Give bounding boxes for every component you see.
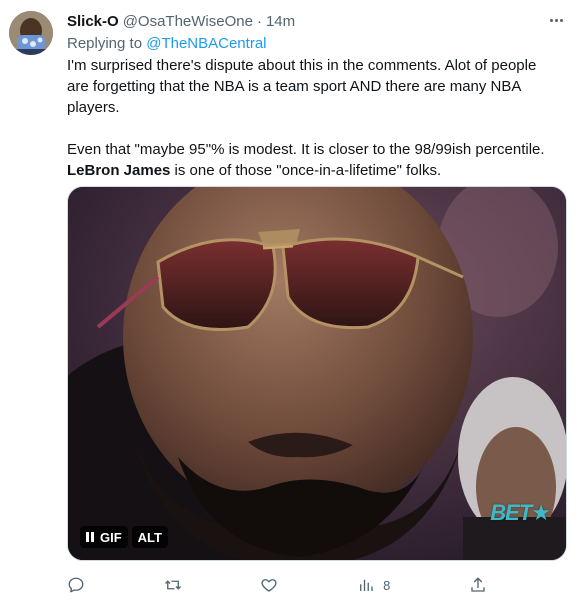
author-display-name[interactable]: Slick-O [67, 13, 119, 30]
like-icon [261, 579, 277, 592]
timestamp[interactable]: 14m [266, 13, 295, 30]
tweet-text-line: are forgetting that the NBA is a team sp… [67, 78, 522, 95]
tweet-actions: 8 [67, 575, 487, 595]
tweet-text-line: players. [67, 99, 120, 116]
separator-dot: · [256, 12, 262, 30]
share-button[interactable] [469, 576, 487, 594]
tweet-text: I'm surprised there's dispute about this… [67, 55, 567, 181]
gif-media[interactable]: BET★ GIF ALT [67, 186, 567, 561]
avatar-image [9, 11, 53, 55]
reply-button[interactable] [67, 576, 85, 594]
tweet-text-line: I'm surprised there's dispute about this… [67, 57, 537, 74]
retweet-button[interactable] [164, 576, 182, 594]
tweet-text-line: LeBron James is one of those "once-in-a-… [67, 160, 567, 181]
views-icon [360, 579, 373, 591]
gif-pause-button[interactable]: GIF [80, 526, 128, 548]
bet-watermark-logo: BET★ [490, 500, 551, 525]
replying-to: Replying to @TheNBACentral [67, 35, 267, 52]
tweet-text-line-rest: is one of those "once-in-a-lifetime" fol… [170, 162, 442, 179]
replying-to-handle-link[interactable]: @TheNBACentral [146, 35, 266, 52]
views-button[interactable]: 8 [357, 576, 390, 594]
tweet[interactable]: Slick-O @OsaTheWiseOne · 14m Replying to… [0, 0, 586, 600]
share-icon [471, 577, 485, 592]
gif-controls: GIF ALT [80, 526, 168, 548]
lebron-james-bold: LeBron James [67, 162, 171, 179]
avatar[interactable] [9, 11, 53, 55]
replying-to-prefix: Replying to [67, 35, 147, 52]
views-count: 8 [383, 577, 391, 593]
more-options-icon[interactable] [546, 12, 566, 28]
tweet-header: Slick-O @OsaTheWiseOne · 14m [67, 11, 546, 31]
alt-text-button[interactable]: ALT [131, 526, 168, 548]
pause-icon [86, 532, 94, 542]
retweet-icon [164, 580, 181, 590]
gif-label: GIF [100, 529, 122, 545]
tweet-text-line: Even that "maybe 95"% is modest. It is c… [67, 141, 545, 158]
reply-icon [68, 577, 84, 593]
author-handle[interactable]: @OsaTheWiseOne [123, 13, 253, 30]
like-button[interactable] [260, 576, 278, 594]
